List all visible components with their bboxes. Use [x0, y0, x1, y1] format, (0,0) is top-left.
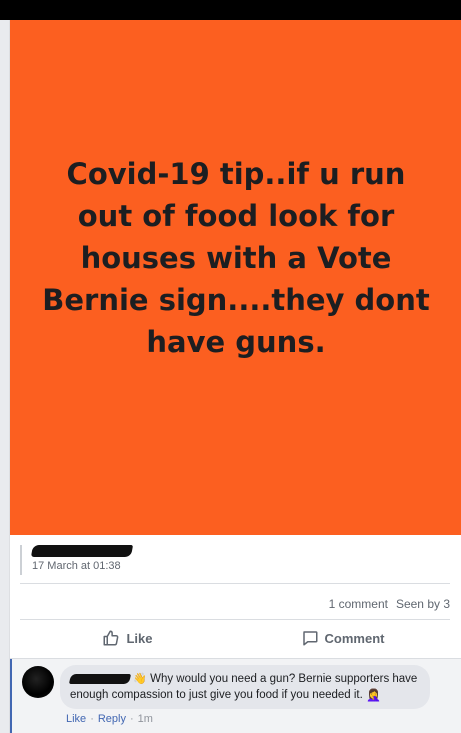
comment-actions: Like · Reply · 1m: [66, 713, 153, 725]
post-timestamp[interactable]: 17 March at 01:38: [32, 560, 121, 572]
post-stats: 1 comment Seen by 3: [329, 597, 450, 611]
thumbs-up-icon: [103, 630, 119, 646]
redacted-commenter-name[interactable]: [68, 674, 132, 684]
separator-dot: ·: [90, 713, 94, 725]
avatar[interactable]: [22, 666, 54, 698]
divider: [20, 583, 450, 584]
like-button-label: Like: [126, 630, 153, 646]
post-image-text: Covid-19 tip..if u run out of food look …: [42, 156, 430, 359]
comment-count[interactable]: 1 comment: [329, 597, 388, 611]
facepalm-icon: 🤦‍♀️: [366, 688, 381, 703]
separator-dot: ·: [129, 713, 134, 725]
top-black-bar: [0, 0, 461, 20]
waving-hand-icon: 👋: [133, 673, 147, 685]
comment-bubble: 👋 Why would you need a gun? Bernie suppo…: [60, 665, 430, 709]
comment-button-label: Comment: [324, 630, 385, 646]
comment-reply-link[interactable]: Reply: [98, 713, 126, 725]
comment-button[interactable]: Comment: [235, 620, 450, 656]
comments-section: 👋 Why would you need a gun? Bernie suppo…: [10, 659, 461, 733]
seen-by[interactable]: Seen by 3: [396, 597, 450, 611]
post-image[interactable]: Covid-19 tip..if u run out of food look …: [10, 20, 461, 535]
like-button[interactable]: Like: [20, 620, 235, 656]
comment-like-link[interactable]: Like: [66, 713, 86, 725]
speech-bubble-icon: [302, 631, 318, 646]
post-card: Covid-19 tip..if u run out of food look …: [9, 20, 461, 733]
post-actions: Like Comment: [20, 620, 450, 656]
post-meta: 17 March at 01:38: [20, 545, 452, 575]
redacted-author-name: [30, 545, 134, 557]
comment-time[interactable]: 1m: [138, 713, 153, 725]
